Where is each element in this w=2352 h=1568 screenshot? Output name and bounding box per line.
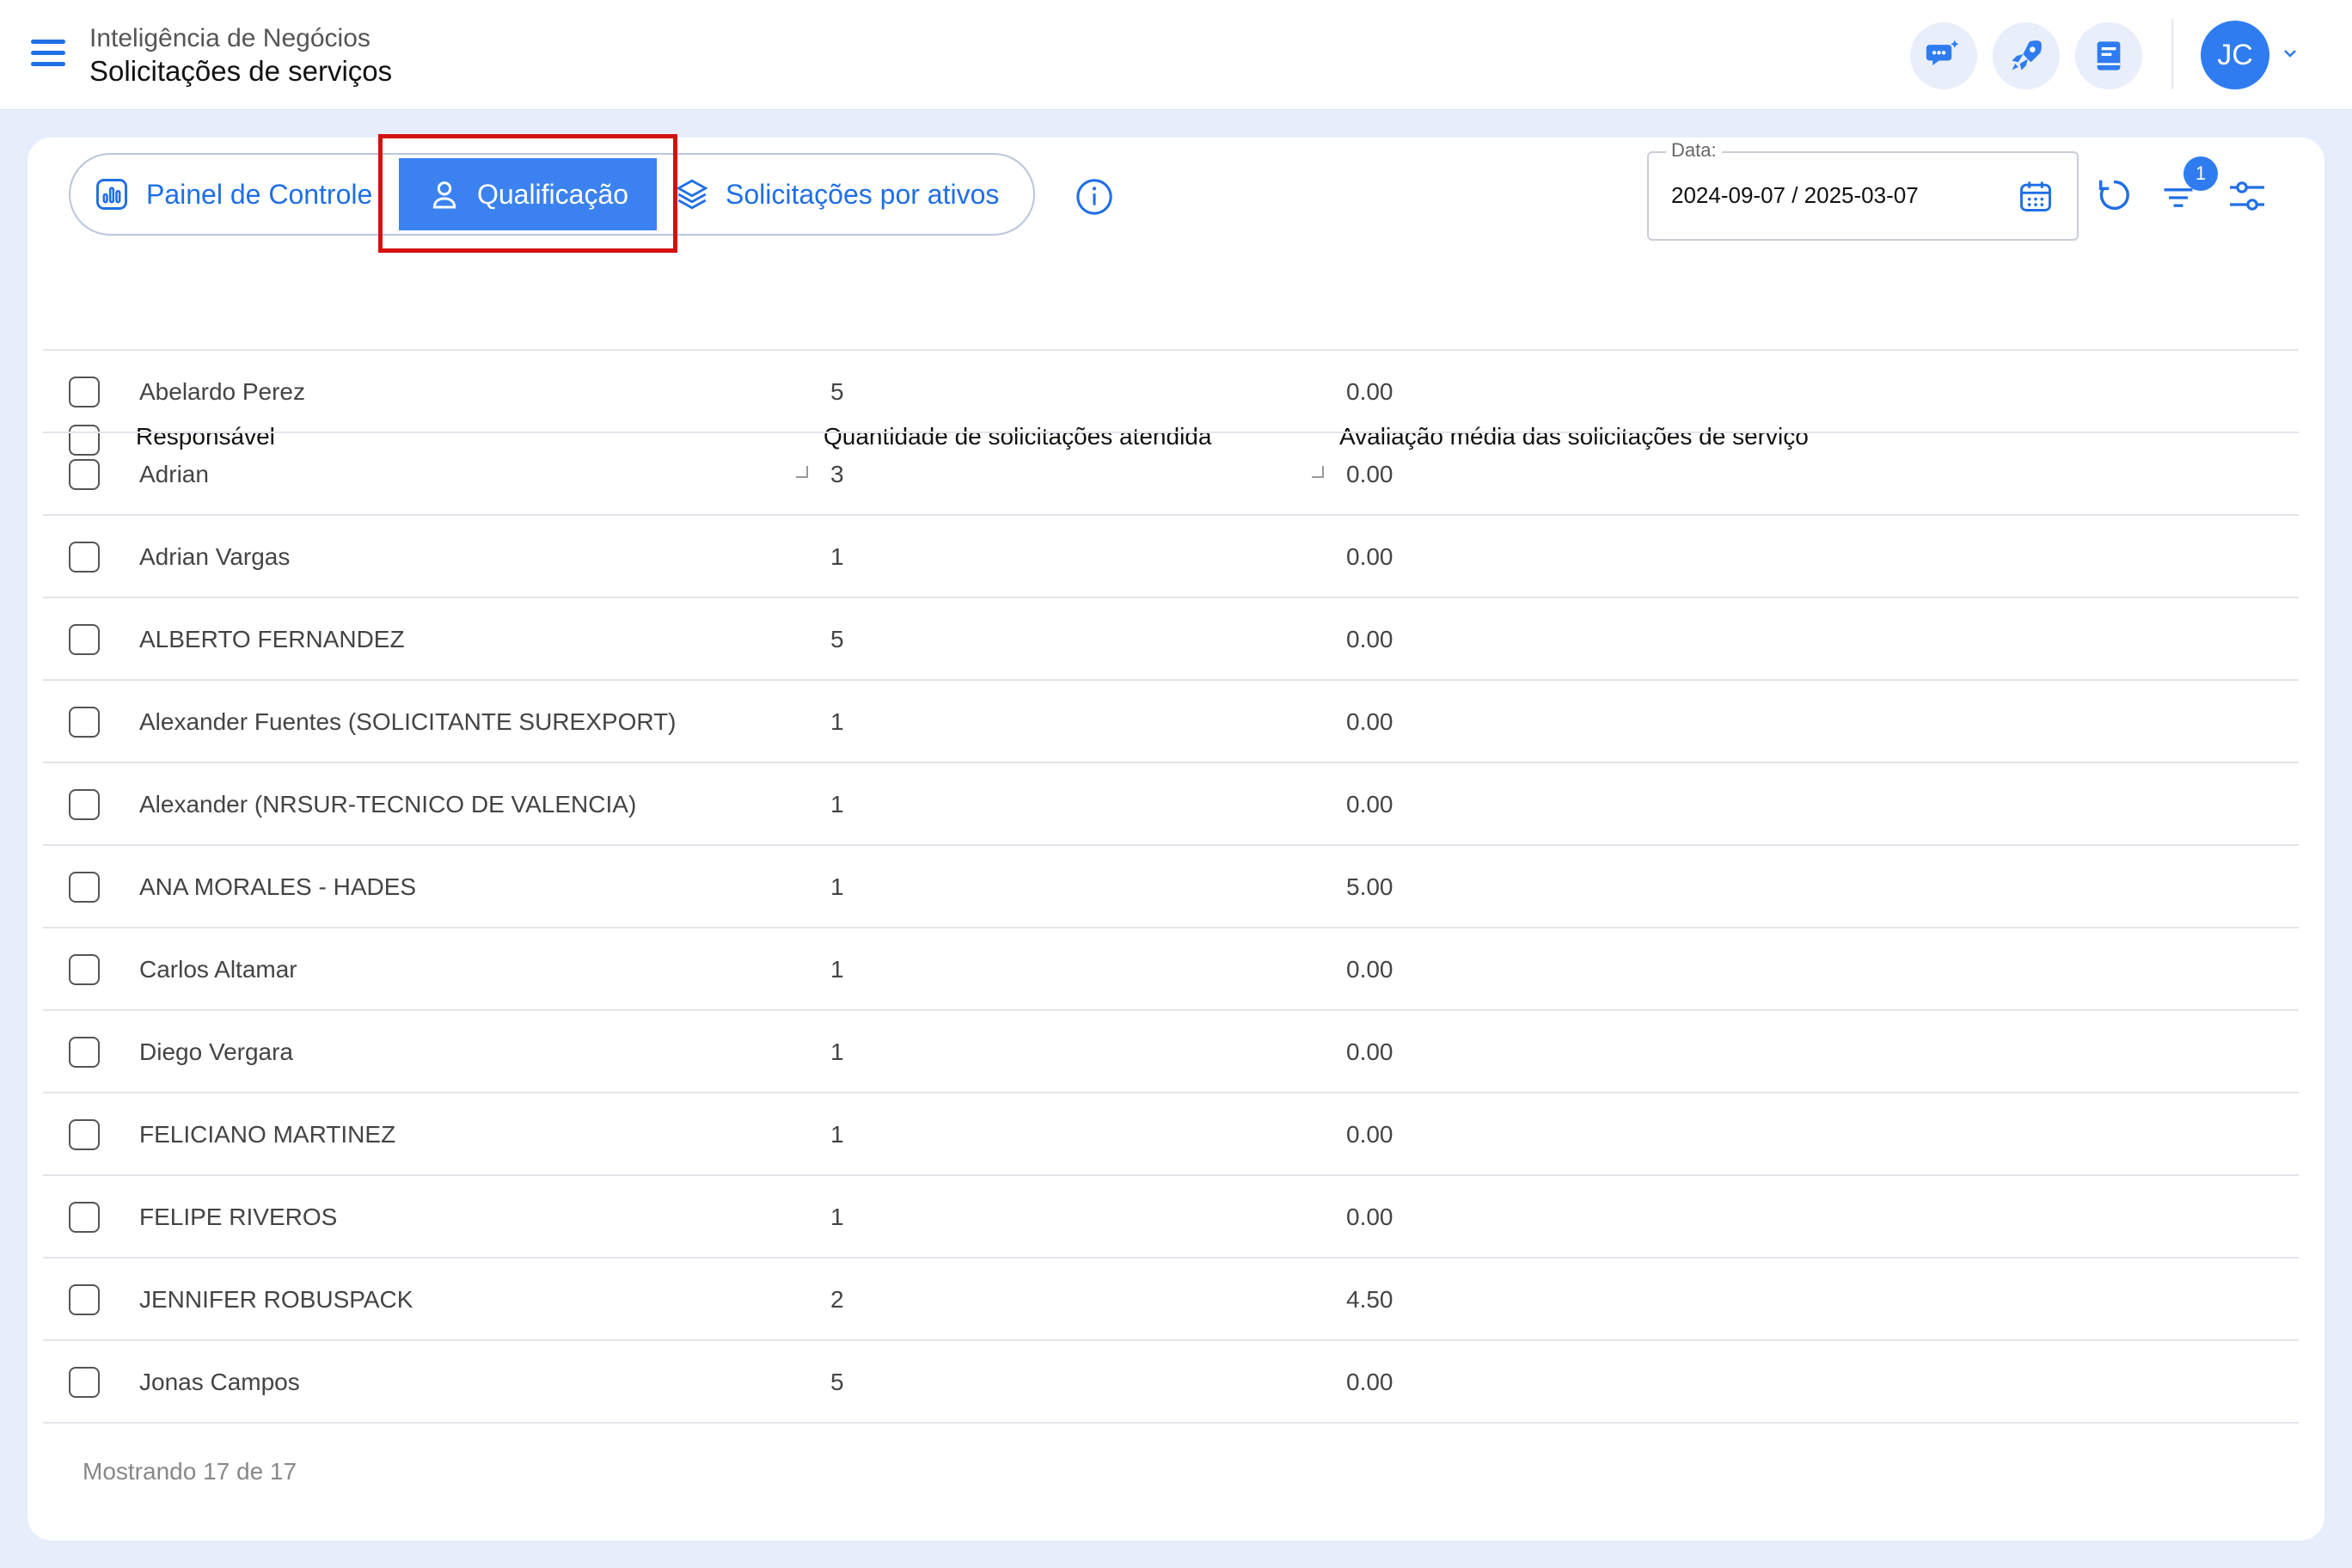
table-row[interactable]: Adrian 3 0.00 bbox=[43, 433, 2299, 516]
tab-painel-de-controle[interactable]: Painel de Controle bbox=[93, 155, 372, 234]
cell-quantidade: 5 bbox=[830, 626, 844, 652]
table-row[interactable]: FELIPE RIVEROS 1 0.00 bbox=[43, 1176, 2299, 1259]
row-checkbox[interactable] bbox=[69, 789, 100, 820]
cell-quantidade: 5 bbox=[830, 378, 844, 405]
cell-responsavel: JENNIFER ROBUSPACK bbox=[139, 1286, 413, 1313]
cell-avaliacao: 0.00 bbox=[1346, 461, 1393, 487]
row-checkbox[interactable] bbox=[69, 1202, 100, 1233]
cell-quantidade: 1 bbox=[830, 956, 844, 983]
pagination-status: Mostrando 17 de 17 bbox=[83, 1458, 297, 1485]
cell-responsavel: Adrian Vargas bbox=[139, 543, 291, 570]
cell-quantidade: 5 bbox=[830, 1369, 844, 1395]
cell-quantidade: 2 bbox=[830, 1286, 844, 1313]
cell-quantidade: 1 bbox=[830, 1121, 844, 1148]
cell-avaliacao: 0.00 bbox=[1346, 543, 1393, 570]
table-row[interactable]: FELICIANO MARTINEZ 1 0.00 bbox=[43, 1093, 2299, 1176]
cell-avaliacao: 0.00 bbox=[1346, 1121, 1393, 1148]
row-checkbox[interactable] bbox=[69, 459, 100, 490]
info-icon[interactable] bbox=[1075, 177, 1114, 217]
table-row[interactable]: Diego Vergara 1 0.00 bbox=[43, 1011, 2299, 1093]
cell-avaliacao: 4.50 bbox=[1346, 1286, 1393, 1313]
row-checkbox[interactable] bbox=[69, 954, 100, 985]
cell-avaliacao: 0.00 bbox=[1346, 1038, 1393, 1065]
cell-avaliacao: 0.00 bbox=[1346, 1369, 1393, 1395]
tab-label: Qualificação bbox=[476, 178, 629, 210]
table-row[interactable]: JENNIFER ROBUSPACK 2 4.50 bbox=[43, 1259, 2299, 1341]
cell-quantidade: 1 bbox=[830, 1038, 844, 1065]
cell-responsavel: Adrian bbox=[139, 461, 209, 487]
user-icon bbox=[432, 181, 456, 209]
date-range-value: 2024-09-07 / 2025-03-07 bbox=[1671, 182, 1919, 208]
cell-quantidade: 1 bbox=[830, 791, 844, 818]
cell-responsavel: Alexander Fuentes (SOLICITANTE SUREXPORT… bbox=[139, 708, 677, 735]
refresh-icon[interactable] bbox=[2094, 175, 2134, 219]
cell-quantidade: 1 bbox=[830, 873, 844, 900]
cell-avaliacao: 0.00 bbox=[1346, 378, 1393, 405]
page-title: Solicitações de serviços bbox=[89, 55, 393, 87]
row-checkbox[interactable] bbox=[69, 542, 100, 573]
cell-avaliacao: 0.00 bbox=[1346, 791, 1393, 818]
row-checkbox[interactable] bbox=[69, 1284, 100, 1315]
cell-responsavel: FELIPE RIVEROS bbox=[139, 1204, 338, 1230]
cell-responsavel: ANA MORALES - HADES bbox=[139, 873, 417, 900]
row-checkbox[interactable] bbox=[69, 377, 100, 407]
hamburger-menu-icon[interactable] bbox=[31, 40, 65, 69]
rocket-icon[interactable] bbox=[1993, 22, 2060, 89]
main-card: Painel de Controle Qualificação Solicita… bbox=[28, 134, 2324, 1540]
header-divider bbox=[2171, 19, 2173, 89]
row-checkbox[interactable] bbox=[69, 872, 100, 903]
tab-solicitacoes-por-ativos[interactable]: Solicitações por ativos bbox=[674, 155, 999, 234]
table-row[interactable]: Adrian Vargas 1 0.00 bbox=[43, 516, 2299, 598]
cell-quantidade: 1 bbox=[830, 543, 844, 570]
ai-chat-icon[interactable] bbox=[1910, 22, 1977, 89]
cell-responsavel: FELICIANO MARTINEZ bbox=[139, 1121, 396, 1148]
chevron-down-icon[interactable] bbox=[2280, 43, 2300, 64]
tab-label: Solicitações por ativos bbox=[726, 178, 1000, 210]
row-checkbox[interactable] bbox=[69, 707, 100, 738]
cell-avaliacao: 0.00 bbox=[1346, 1204, 1393, 1230]
view-tabs: Painel de Controle Qualificação Solicita… bbox=[69, 153, 1035, 236]
table-row[interactable]: Jonas Campos 5 0.00 bbox=[43, 1341, 2299, 1424]
cell-responsavel: ALBERTO FERNANDEZ bbox=[139, 626, 405, 652]
app-name: Inteligência de Negócios bbox=[89, 24, 371, 52]
table-row[interactable]: Alexander Fuentes (SOLICITANTE SUREXPORT… bbox=[43, 681, 2299, 763]
tab-label: Painel de Controle bbox=[146, 178, 373, 210]
user-avatar[interactable]: JC bbox=[2201, 21, 2269, 89]
cell-responsavel: Jonas Campos bbox=[139, 1369, 300, 1395]
chart-icon bbox=[96, 179, 127, 210]
date-label: Data: bbox=[1666, 139, 1722, 162]
top-header: Inteligência de Negócios Solicitações de… bbox=[0, 0, 2352, 110]
cell-responsavel: Alexander (NRSUR-TECNICO DE VALENCIA) bbox=[139, 791, 637, 818]
cell-quantidade: 1 bbox=[830, 708, 844, 735]
layers-icon bbox=[676, 179, 708, 210]
table-row[interactable]: Carlos Altamar 1 0.00 bbox=[43, 928, 2299, 1011]
cell-avaliacao: 5.00 bbox=[1346, 873, 1393, 900]
tab-qualificacao[interactable]: Qualificação bbox=[399, 158, 657, 230]
calendar-icon[interactable] bbox=[2017, 177, 2055, 215]
cell-avaliacao: 0.00 bbox=[1346, 956, 1393, 983]
cell-responsavel: Carlos Altamar bbox=[139, 956, 297, 983]
book-icon[interactable] bbox=[2075, 22, 2142, 89]
row-checkbox[interactable] bbox=[69, 1037, 100, 1068]
table-row[interactable]: Alexander (NRSUR-TECNICO DE VALENCIA) 1 0.… bbox=[43, 763, 2299, 846]
settings-sliders-icon[interactable] bbox=[2226, 175, 2268, 221]
cell-avaliacao: 0.00 bbox=[1346, 708, 1393, 735]
table-row[interactable]: ANA MORALES - HADES 1 5.00 bbox=[43, 846, 2299, 928]
cell-quantidade: 3 bbox=[830, 461, 844, 487]
cell-quantidade: 1 bbox=[830, 1204, 844, 1230]
table-row[interactable]: Abelardo Perez 5 0.00 bbox=[43, 351, 2299, 433]
row-checkbox[interactable] bbox=[69, 1367, 100, 1398]
row-checkbox[interactable] bbox=[69, 1119, 100, 1150]
cell-responsavel: Abelardo Perez bbox=[139, 378, 306, 405]
cell-responsavel: Diego Vergara bbox=[139, 1038, 294, 1065]
table-row[interactable]: ALBERTO FERNANDEZ 5 0.00 bbox=[43, 598, 2299, 681]
row-checkbox[interactable] bbox=[69, 624, 100, 655]
filter-count-badge: 1 bbox=[2184, 156, 2218, 191]
cell-avaliacao: 0.00 bbox=[1346, 626, 1393, 652]
date-range-field[interactable]: Data: 2024-09-07 / 2025-03-07 bbox=[1647, 139, 2079, 241]
